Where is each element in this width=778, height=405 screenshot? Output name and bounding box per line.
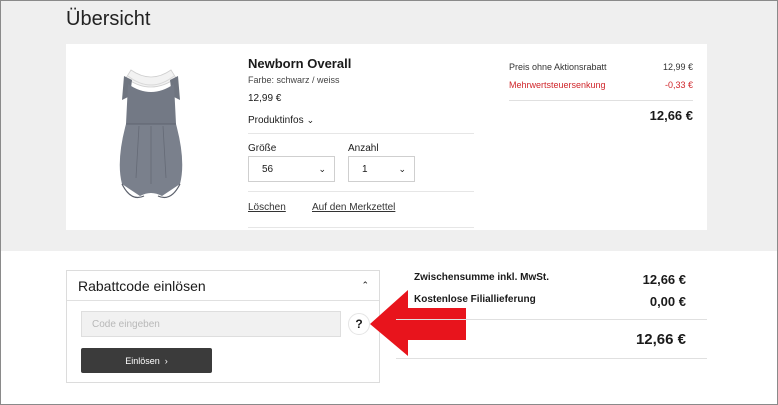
shipping-label: Kostenlose Filiallieferung (414, 294, 536, 305)
quantity-label: Anzahl (348, 143, 379, 154)
original-price-value: 12,99 € (662, 62, 693, 72)
product-price: 12,99 € (248, 93, 282, 104)
product-name[interactable]: Newborn Overall (248, 56, 351, 71)
coupon-title: Rabattcode einlösen (78, 278, 206, 294)
divider (248, 133, 474, 134)
size-label: Größe (248, 143, 277, 154)
size-value: 56 (262, 163, 274, 175)
redeem-label: Einlösen (125, 355, 160, 366)
redeem-button[interactable]: Einlösen › (81, 348, 212, 373)
subtotal-value: 12,66 € (642, 272, 686, 287)
vat-reduction-value: -0,33 € (664, 80, 693, 90)
order-total: 12,66 € (635, 331, 686, 348)
chevron-down-icon: ⌄ (318, 163, 326, 174)
original-price-row: Preis ohne Aktionsrabatt 12,99 € (509, 62, 693, 72)
original-price-label: Preis ohne Aktionsrabatt (509, 62, 607, 72)
chevron-down-icon: ⌄ (398, 163, 406, 174)
shipping-row: Kostenlose Filiallieferung 0,00 € (414, 294, 686, 309)
divider (248, 191, 474, 192)
delete-link[interactable]: Löschen (248, 202, 286, 213)
shipping-value: 0,00 € (649, 294, 686, 309)
quantity-value: 1 (362, 163, 368, 175)
product-image[interactable] (106, 66, 196, 206)
coupon-code-input[interactable] (81, 311, 341, 337)
coupon-panel: Rabattcode einlösen ⌃ ? Einlösen › (66, 270, 380, 383)
chevron-down-icon: ⌄ (306, 115, 315, 125)
divider (248, 227, 474, 228)
size-select[interactable]: 56 ⌄ (248, 156, 335, 182)
quantity-select[interactable]: 1 ⌄ (348, 156, 415, 182)
coupon-header[interactable]: Rabattcode einlösen ⌃ (67, 271, 379, 301)
product-color: Farbe: schwarz / weiss (248, 75, 340, 85)
divider (509, 100, 693, 101)
divider (396, 358, 707, 359)
vat-reduction-row: Mehrwertsteuersenkung -0,33 € (509, 80, 693, 90)
subtotal-row: Zwischensumme inkl. MwSt. 12,66 € (414, 272, 686, 287)
cart-item-card: Newborn Overall Farbe: schwarz / weiss 1… (66, 44, 707, 230)
divider (396, 319, 707, 320)
item-total: 12,66 € (649, 108, 693, 123)
product-infos-label: Produktinfos (248, 115, 304, 126)
product-infos-toggle[interactable]: Produktinfos ⌄ (248, 115, 314, 126)
wishlist-link[interactable]: Auf den Merkzettel (312, 202, 395, 213)
page-title: Übersicht (66, 8, 151, 30)
help-button[interactable]: ? (348, 313, 370, 335)
chevron-right-icon: › (164, 355, 168, 366)
subtotal-label: Zwischensumme inkl. MwSt. (414, 272, 550, 283)
vat-reduction-label: Mehrwertsteuersenkung (509, 80, 606, 90)
